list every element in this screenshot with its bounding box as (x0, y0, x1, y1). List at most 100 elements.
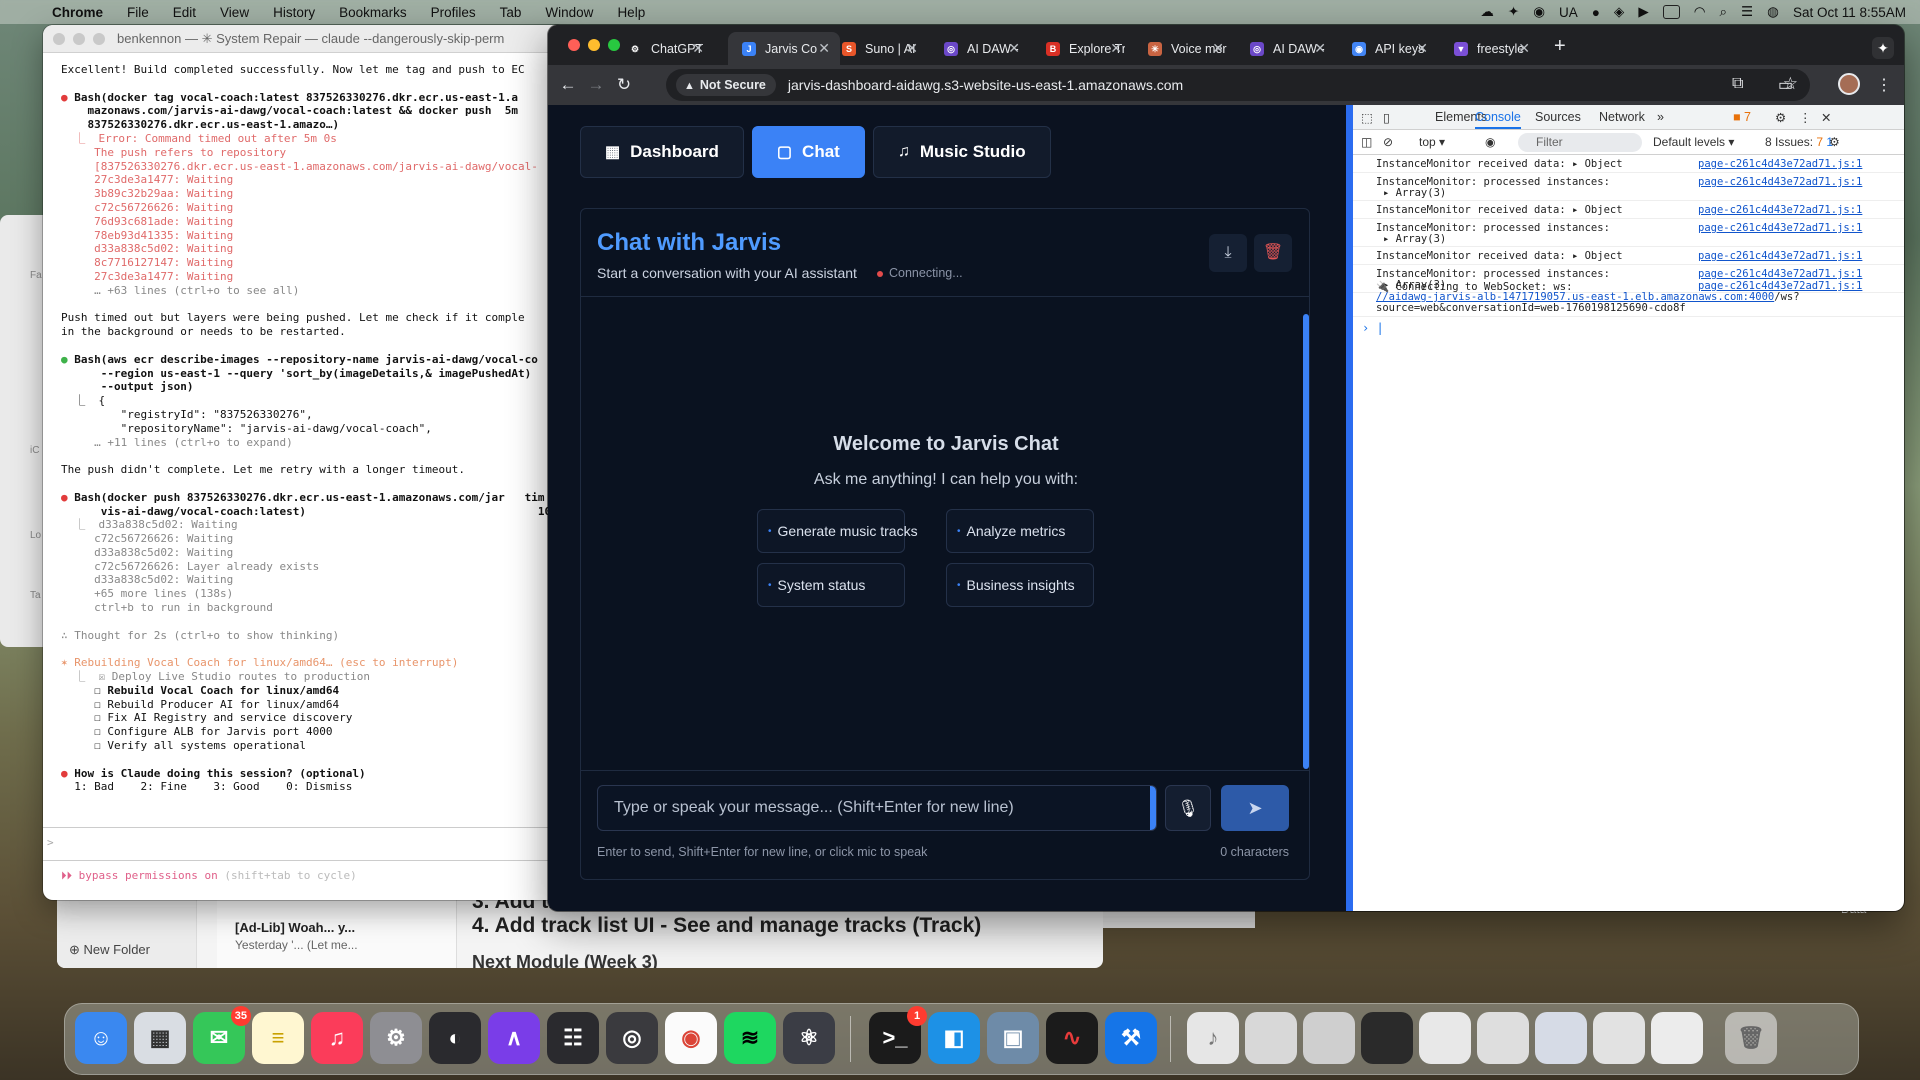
browser-tab[interactable]: ◎ AI DAW - ✕ (1236, 32, 1336, 65)
atom-icon[interactable]: ⚛ (783, 1012, 835, 1064)
mixer-icon[interactable]: ☷ (547, 1012, 599, 1064)
preview-icon[interactable]: ▣ (987, 1012, 1039, 1064)
console-source-link[interactable]: page-c261c4d43e72ad71.js:1 (1698, 176, 1862, 188)
nav-music-studio-button[interactable]: ♫ Music Studio (872, 126, 1051, 178)
vpn-icon[interactable]: ◈ (1614, 4, 1624, 20)
new-folder-button[interactable]: ⊕ New Folder (69, 942, 150, 958)
more-tabs-icon[interactable]: » (1657, 110, 1664, 124)
search-icon[interactable]: ⌕ (1719, 4, 1727, 20)
suggestion-button[interactable]: • Business insights (946, 563, 1094, 607)
tab-close-icon[interactable]: ✕ (1416, 40, 1428, 57)
not-secure-chip[interactable]: ▲ Not Secure (676, 74, 776, 96)
console-prompt[interactable]: › | (1362, 321, 1384, 335)
tab-close-icon[interactable]: ✕ (906, 40, 918, 57)
forward-button[interactable]: → (584, 73, 608, 97)
reload-button[interactable]: ↻ (612, 73, 636, 97)
recording-icon[interactable]: ● (1592, 5, 1600, 20)
menu-window[interactable]: Window (545, 5, 593, 20)
inspect-icon[interactable]: ⬚ (1361, 110, 1373, 125)
window-thumbnail[interactable] (1535, 1012, 1587, 1064)
browser-tab[interactable]: S Suno | AI ✕ (828, 32, 928, 65)
tab-close-icon[interactable]: ✕ (1518, 40, 1530, 57)
console-source-link[interactable]: page-c261c4d43e72ad71.js:1 (1698, 204, 1862, 216)
audio-icon[interactable]: ∿ (1046, 1012, 1098, 1064)
close-button[interactable] (568, 39, 580, 51)
terminal-prompt-input[interactable]: > (43, 827, 565, 861)
window-thumbnail[interactable] (1593, 1012, 1645, 1064)
gemini-icon[interactable]: ✦ (1872, 37, 1894, 59)
back-button[interactable]: ← (556, 73, 580, 97)
zoom-button[interactable] (93, 32, 105, 45)
live-expression-icon[interactable]: ◉ (1485, 135, 1495, 149)
log-levels-select[interactable]: Default levels ▾ (1653, 135, 1734, 149)
window-thumbnail[interactable] (1245, 1012, 1297, 1064)
tab-close-icon[interactable]: ✕ (1008, 40, 1020, 57)
menu-app-name[interactable]: Chrome (52, 5, 103, 20)
browser-tab[interactable]: ◉ API keys ✕ (1338, 32, 1438, 65)
window-thumbnail[interactable] (1651, 1012, 1703, 1064)
control-center-icon[interactable]: ☰ (1741, 4, 1753, 20)
menu-file[interactable]: File (127, 5, 149, 20)
chrome-icon[interactable]: ◉ (665, 1012, 717, 1064)
play-icon[interactable]: ▶ (1638, 4, 1648, 20)
context-selector[interactable]: top ▾ (1419, 135, 1445, 149)
nav-chat-button[interactable]: ▢ Chat (751, 126, 865, 178)
browser-tab[interactable]: ◎ AI DAW - ✕ (930, 32, 1030, 65)
console-settings-icon[interactable]: ⚙ (1829, 135, 1840, 149)
nav-dashboard-button[interactable]: ▦ Dashboard (580, 126, 744, 178)
menu-profiles[interactable]: Profiles (431, 5, 476, 20)
devtools-menu-icon[interactable]: ⋮ (1799, 110, 1812, 125)
window-thumbnail[interactable] (1361, 1012, 1413, 1064)
send-button[interactable]: ➤ (1221, 785, 1289, 831)
suggestion-button[interactable]: • System status (757, 563, 905, 607)
browser-tab[interactable]: ✳ Voice mer ✕ (1134, 32, 1234, 65)
terminal-icon[interactable]: >_ 1 (869, 1006, 927, 1064)
menu-bookmarks[interactable]: Bookmarks (339, 5, 407, 20)
issues-count[interactable]: 8 Issues: 7 1 (1765, 135, 1833, 149)
console-source-link[interactable]: page-c261c4d43e72ad71.js:1 (1698, 250, 1862, 262)
note-title[interactable]: [Ad-Lib] Woah... y... (235, 920, 355, 935)
console-expandable[interactable]: ▸ Array(3) (1383, 187, 1446, 199)
disk-icon[interactable]: ◎ (606, 1012, 658, 1064)
new-tab-button[interactable]: + (1554, 35, 1566, 58)
more-menu-icon[interactable]: ⋮ (1876, 75, 1892, 95)
menu-edit[interactable]: Edit (173, 5, 196, 20)
browser-tab[interactable]: J Jarvis Co ✕ (728, 32, 840, 65)
close-button[interactable] (53, 32, 65, 45)
launchpad-icon[interactable]: ▦ (134, 1012, 186, 1064)
finder-icon[interactable]: ☺ (75, 1012, 127, 1064)
music-icon[interactable]: ♫ (311, 1012, 363, 1064)
extensions-icon[interactable]: ⧉ (1732, 75, 1743, 93)
tab-close-icon[interactable]: ✕ (692, 40, 704, 57)
menu-view[interactable]: View (220, 5, 249, 20)
settings-icon[interactable]: ⚙ (370, 1012, 422, 1064)
settings-gear-icon[interactable]: ⚙ (1775, 110, 1786, 125)
window-thumbnail[interactable] (1477, 1012, 1529, 1064)
notes-icon[interactable]: ≡ (252, 1012, 304, 1064)
console-source-link[interactable]: page-c261c4d43e72ad71.js:1 (1698, 158, 1862, 170)
terminal-titlebar[interactable]: benkennon — ✳ System Repair — claude --d… (43, 25, 565, 53)
docker-icon[interactable]: ◧ (928, 1012, 980, 1064)
arc-icon[interactable]: ∧ (488, 1012, 540, 1064)
close-devtools-icon[interactable]: ✕ (1821, 110, 1831, 125)
menu-help[interactable]: Help (617, 5, 645, 20)
console-source-link[interactable]: page-c261c4d43e72ad71.js:1 (1698, 222, 1862, 234)
siri-icon[interactable]: ◍ (1767, 4, 1779, 20)
clock[interactable]: Sat Oct 11 8:55AM (1793, 5, 1906, 20)
sidebar-toggle-icon[interactable]: ◫ (1361, 135, 1372, 149)
tab-close-icon[interactable]: ✕ (1314, 40, 1326, 57)
download-button[interactable]: ⤓ (1209, 234, 1247, 272)
profile-status-icon[interactable]: ◉ (1533, 4, 1545, 20)
battery-icon[interactable] (1662, 5, 1680, 19)
delete-button[interactable]: 🗑 (1254, 234, 1292, 272)
issues-badge[interactable]: ■ 7 (1733, 110, 1751, 124)
wifi-icon[interactable]: ◠ (1694, 4, 1706, 20)
message-input[interactable]: Type or speak your message... (Shift+Ent… (597, 785, 1157, 831)
browser-tab[interactable]: ▼ freestyle ✕ (1440, 32, 1540, 65)
messages-icon[interactable]: ✉ 35 (193, 1006, 251, 1064)
trash-icon[interactable]: 🗑 (1725, 1012, 1777, 1064)
scrollbar[interactable] (1303, 314, 1309, 769)
browser-tab[interactable]: ⚙ ChatGPT ✕ (614, 32, 714, 65)
browser-tab[interactable]: B Explore Tr ✕ (1032, 32, 1132, 65)
tab-close-icon[interactable]: ✕ (1110, 40, 1122, 57)
